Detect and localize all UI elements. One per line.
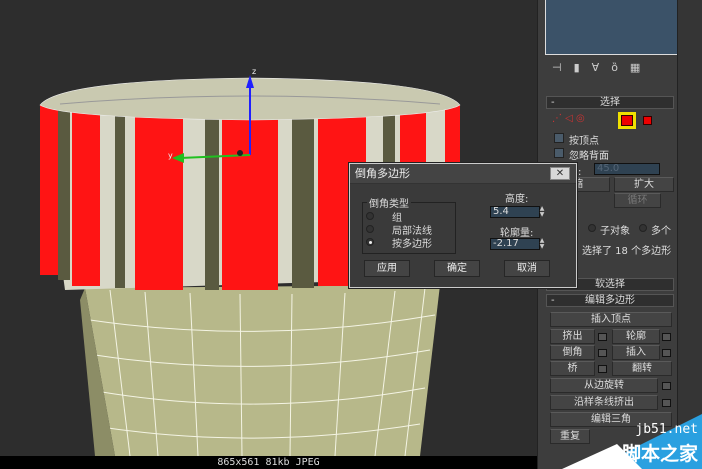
subobject-radio[interactable] (588, 224, 596, 232)
angle-input[interactable]: 45.0 (594, 163, 660, 175)
watermark-name: 脚本之家 (621, 443, 698, 465)
bevel-polygons-dialog: 倒角多边形 ✕ 倒角类型 组 局部法线 按多边形 高度: 5.4 ▲ ▼ 轮廓量:… (349, 163, 577, 288)
cancel-button[interactable]: 取消 (504, 260, 550, 277)
dialog-title: 倒角多边形 (350, 164, 576, 184)
polygon-mode-icon[interactable] (618, 112, 636, 129)
watermark-site: jb51.net (635, 422, 698, 437)
subobject-icons[interactable]: ⋰ ◁ ◎ (552, 113, 585, 124)
bevel-settings-icon[interactable] (598, 349, 607, 357)
multiple-label: 多个 (651, 226, 671, 237)
local-normal-radio[interactable] (366, 225, 374, 233)
configure-sets-icon[interactable]: ▦ (630, 61, 640, 74)
bevel-type-label: 倒角类型 (367, 195, 411, 210)
hinge-button[interactable]: 从边旋转 (550, 378, 658, 393)
height-input[interactable]: 5.4 (490, 206, 540, 218)
material-preview (545, 0, 680, 55)
outline-button[interactable]: 轮廓 (612, 329, 660, 344)
selection-status: 选择了 18 个多边形 (582, 246, 672, 257)
rollout-selection[interactable]: - 选择 (546, 96, 674, 109)
stack-toolbar: ⊣ ▮ ∀ ȍ ▦ (552, 61, 640, 74)
flip-button[interactable]: 翻转 (612, 361, 672, 376)
bevel-button[interactable]: 倒角 (550, 345, 595, 360)
height-spinner-icon[interactable]: ▲ ▼ (538, 206, 546, 218)
bridge-settings-icon[interactable] (598, 365, 607, 373)
show-end-result-icon[interactable]: ▮ (574, 61, 580, 74)
apply-button[interactable]: 应用 (364, 260, 410, 277)
make-unique-icon[interactable]: ∀ (592, 61, 600, 74)
loop-button[interactable]: 循环 (614, 193, 661, 208)
inset-settings-icon[interactable] (662, 349, 671, 357)
image-info-bar: 865x561 81kb JPEG (0, 456, 537, 469)
subobject-label: 子对象 (600, 226, 630, 237)
grow-button[interactable]: 扩大 (614, 177, 674, 192)
bridge-button[interactable]: 桥 (550, 361, 595, 376)
ignore-backfacing-label: 忽略背面 (569, 151, 609, 162)
multiple-radio[interactable] (639, 224, 647, 232)
extrude-along-spline-button[interactable]: 沿样条线挤出 (550, 395, 658, 410)
by-polygon-label: 按多边形 (392, 239, 432, 250)
height-label: 高度: (505, 194, 529, 205)
by-vertex-label: 按顶点 (569, 136, 599, 147)
ignore-backfacing-checkbox[interactable] (554, 148, 564, 158)
element-mode-icon[interactable] (643, 116, 652, 125)
watermark: jb51.net 脚本之家 (562, 414, 702, 469)
rollout-edit-polygons[interactable]: - 编辑多边形 (546, 294, 674, 307)
outline-amount-label: 轮廓量: (500, 228, 534, 239)
by-vertex-checkbox[interactable] (554, 133, 564, 143)
outline-amount-input[interactable]: -2.17 (490, 238, 540, 250)
extrude-settings-icon[interactable] (598, 333, 607, 341)
inset-button[interactable]: 插入 (612, 345, 660, 360)
by-polygon-radio[interactable] (366, 238, 374, 246)
extrude-button[interactable]: 挤出 (550, 329, 595, 344)
outline-settings-icon[interactable] (662, 333, 671, 341)
axis-z-label: z (252, 67, 256, 76)
remove-modifier-icon[interactable]: ȍ (611, 61, 618, 74)
panel-scrollbar[interactable] (677, 0, 702, 469)
hinge-settings-icon[interactable] (662, 382, 671, 390)
insert-vertex-button[interactable]: 插入顶点 (550, 312, 672, 327)
extrude-spline-settings-icon[interactable] (662, 399, 671, 407)
axis-y-label: y (168, 151, 173, 160)
close-button[interactable]: ✕ (550, 167, 570, 180)
group-radio[interactable] (366, 212, 374, 220)
outline-spinner-icon[interactable]: ▲ ▼ (538, 238, 546, 250)
pin-stack-icon[interactable]: ⊣ (552, 61, 562, 74)
ok-button[interactable]: 确定 (434, 260, 480, 277)
